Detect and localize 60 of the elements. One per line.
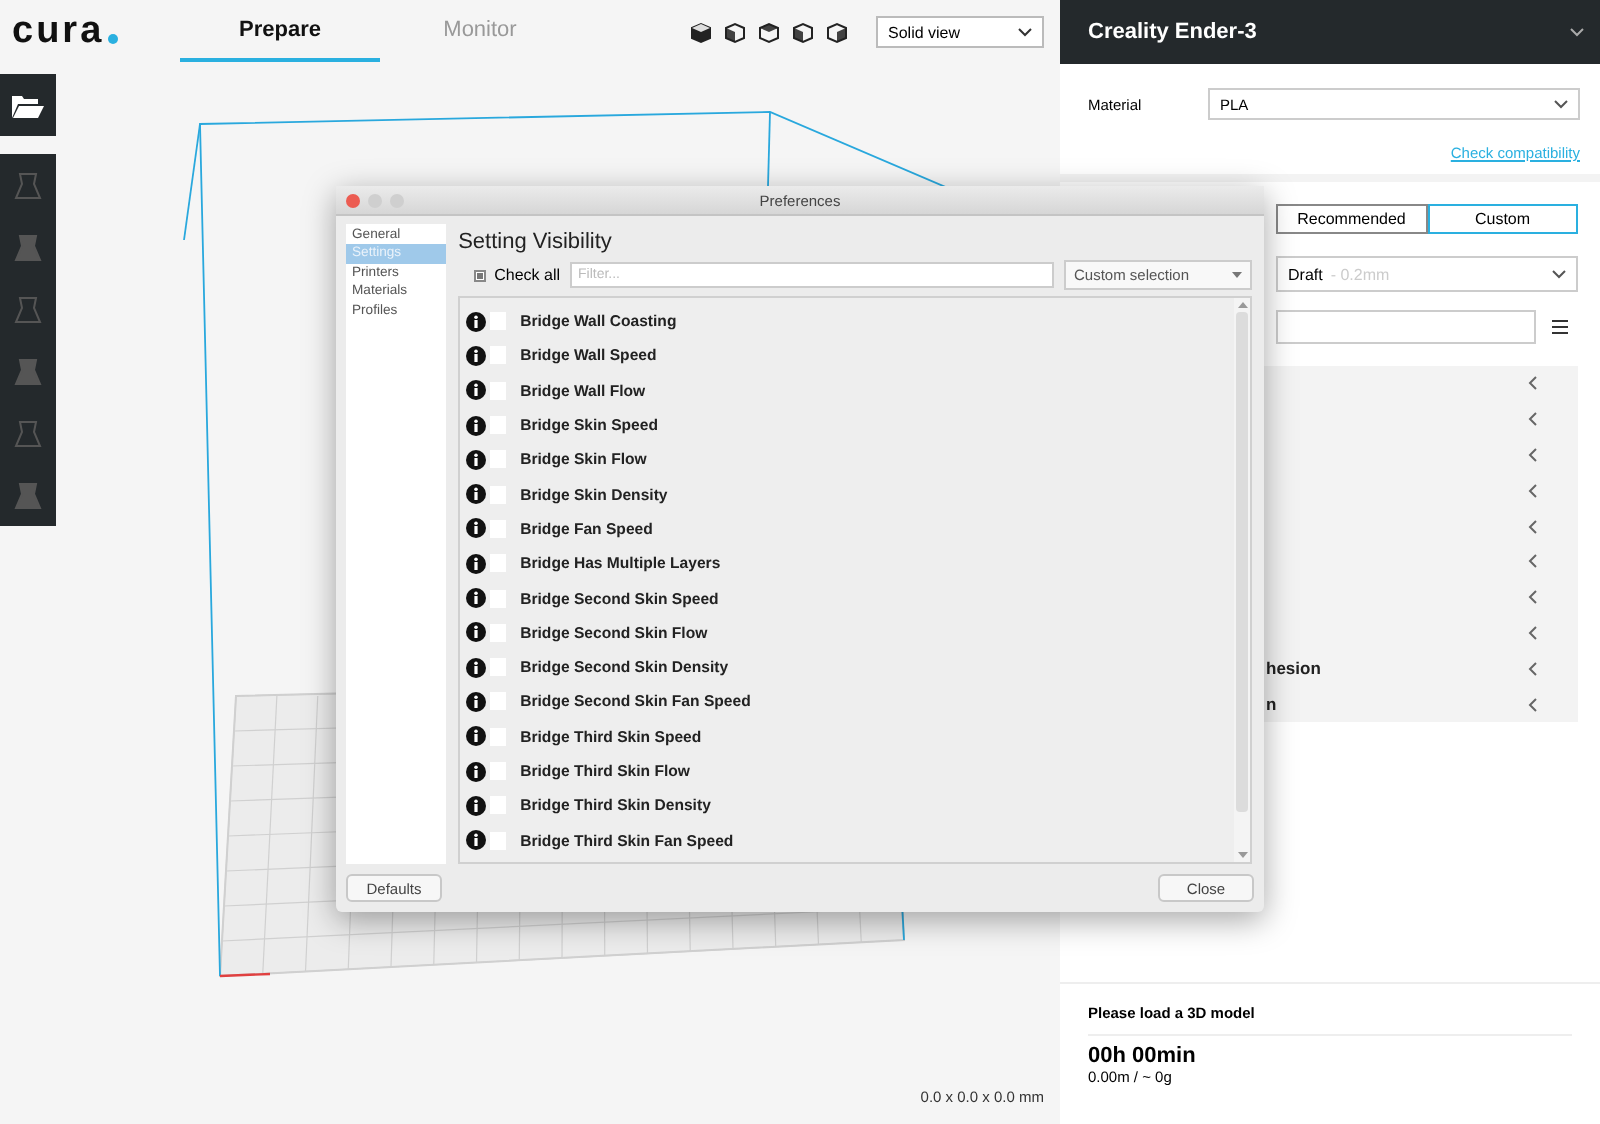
tool-icon [12, 355, 44, 387]
cube-icon[interactable] [724, 21, 746, 43]
info-icon[interactable] [466, 795, 487, 816]
setting-category-row[interactable]: hesion [1060, 650, 1578, 687]
cube-icon[interactable] [690, 21, 712, 43]
cube-icon[interactable] [758, 21, 780, 43]
tristate-checkbox[interactable] [474, 269, 487, 281]
info-icon[interactable] [466, 345, 487, 366]
mode-tab[interactable]: Custom [1427, 204, 1578, 234]
info-icon[interactable] [466, 657, 487, 678]
tool-button[interactable] [0, 464, 56, 526]
logo-dot-icon [108, 34, 119, 44]
tool-icon [12, 417, 44, 449]
view-mode-dropdown[interactable]: Solid view [876, 16, 1044, 48]
info-icon[interactable] [466, 518, 487, 539]
chevron-down-icon [1552, 269, 1566, 279]
info-icon[interactable] [466, 484, 487, 505]
tool-icon [12, 169, 44, 201]
tool-icon [12, 479, 44, 511]
info-icon[interactable] [466, 761, 487, 781]
close-window-icon[interactable] [346, 193, 360, 207]
info-icon[interactable] [466, 622, 487, 643]
printer-header[interactable]: Creality Ender-3 [1060, 0, 1600, 64]
info-icon[interactable] [466, 449, 487, 470]
category-label: n [1266, 694, 1277, 715]
scrollbar[interactable] [1234, 298, 1250, 862]
dropdown-arrow-icon [1232, 272, 1242, 278]
chevron-down-icon [1018, 27, 1032, 37]
settings-search-field[interactable] [1276, 310, 1536, 344]
menu-icon[interactable] [1552, 320, 1568, 334]
chevron-down-icon [1570, 27, 1584, 37]
printer-name: Creality Ender-3 [1088, 20, 1257, 44]
print-time: 00h 00min [1088, 1044, 1198, 1068]
logo-text: cura [12, 14, 105, 50]
stage-tab[interactable]: Prepare [180, 2, 380, 62]
info-icon[interactable] [466, 415, 487, 436]
minimize-window-icon[interactable] [368, 193, 382, 207]
scroll-down-icon[interactable] [1237, 852, 1247, 858]
zoom-window-icon[interactable] [390, 193, 404, 207]
mode-tab[interactable]: Recommended [1276, 204, 1427, 234]
dialog-heading: Setting Visibility [458, 230, 614, 254]
category-label: hesion [1266, 658, 1321, 679]
info-icon[interactable] [466, 380, 487, 401]
chevron-down-icon [1554, 99, 1568, 109]
tool-icon [12, 293, 44, 325]
info-icon[interactable] [466, 553, 487, 574]
tool-icon [12, 231, 44, 263]
cube-icon[interactable] [792, 21, 814, 43]
info-icon[interactable] [466, 691, 487, 712]
setting-category-row[interactable]: n [1060, 686, 1578, 722]
folder-icon [10, 91, 46, 119]
info-icon[interactable] [466, 726, 487, 747]
tool-button[interactable] [0, 154, 56, 216]
cube-icon[interactable] [826, 21, 848, 43]
info-icon[interactable] [466, 311, 487, 332]
check-all-label: Check all [494, 266, 560, 284]
info-icon[interactable] [466, 830, 487, 851]
info-icon[interactable] [466, 588, 487, 609]
open-file-button[interactable] [0, 74, 56, 136]
scroll-up-icon[interactable] [1237, 302, 1247, 308]
